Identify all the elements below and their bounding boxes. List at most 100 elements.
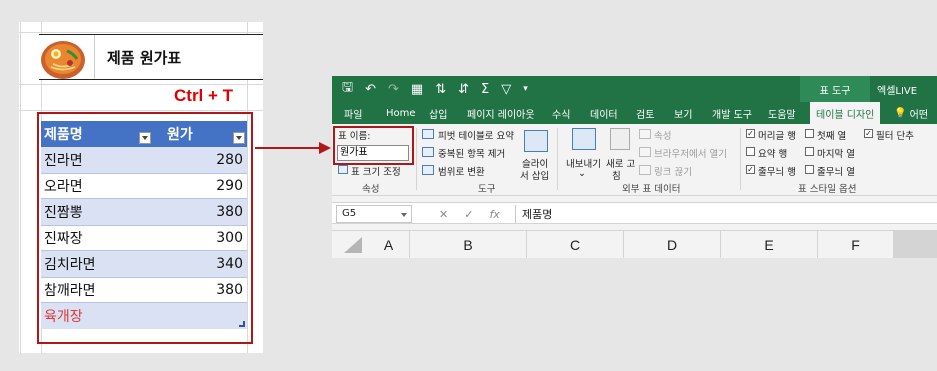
unlink-button[interactable]: 링크 끊기 <box>654 164 692 178</box>
external-data-group-label: 외부 표 데이터 <box>622 184 681 195</box>
first-column-checkbox[interactable] <box>805 129 814 138</box>
user-name[interactable]: 엑셀LIVE <box>877 76 917 102</box>
last-column-checkbox[interactable] <box>805 147 814 156</box>
group-separator <box>416 128 417 190</box>
column-header-c[interactable]: C <box>527 231 624 258</box>
column-header-f[interactable]: F <box>818 231 894 258</box>
open-in-browser-button[interactable]: 브라우저에서 열기 <box>654 146 727 160</box>
sort-asc-icon[interactable]: ⇅ <box>435 82 446 97</box>
more-icon[interactable]: ▾ <box>523 84 528 94</box>
export-dropdown-icon[interactable]: ⌄ <box>578 168 586 179</box>
tab-view[interactable]: 보기 <box>674 102 692 124</box>
filter-dropdown-icon[interactable] <box>233 132 245 144</box>
filter-button-label: 필터 단추 <box>876 131 914 142</box>
convert-to-range-button[interactable]: 범위로 변환 <box>438 164 485 178</box>
quick-access-toolbar: 🖫 ↶ ↷ ▦ ⇅ ⇵ Σ ▽ ▾ <box>342 76 528 102</box>
column-header-g[interactable] <box>894 231 937 258</box>
table-row[interactable]: 오라면 290 <box>41 173 247 199</box>
properties-group-label: 속성 <box>362 184 380 195</box>
name-box[interactable]: G5 <box>336 205 412 223</box>
header-row-checkbox[interactable]: ✓ <box>746 129 755 138</box>
tab-table-design[interactable]: 테이블 디자인 <box>810 102 881 124</box>
save-icon[interactable]: 🖫 <box>342 78 353 100</box>
filter-button-checkbox[interactable]: ✓ <box>864 129 873 138</box>
column-header-e[interactable]: E <box>721 231 818 258</box>
tab-home[interactable]: Home <box>386 102 416 124</box>
remove-duplicates-icon <box>422 147 434 157</box>
total-row-checkbox[interactable] <box>746 147 755 156</box>
banded-columns-checkbox[interactable] <box>805 165 814 174</box>
cell-price[interactable]: 290 <box>153 174 247 198</box>
remove-duplicates-button[interactable]: 중복된 항목 제거 <box>438 146 505 160</box>
cell-name[interactable]: 진라면 <box>41 147 153 173</box>
table-row[interactable]: 진짜장 300 <box>41 225 247 251</box>
product-cost-table: 제품명 원가 진라면 280 오라면 290 진짬뽕 380 진짜장 300 김… <box>41 121 247 329</box>
cell-price[interactable]: 380 <box>153 278 247 302</box>
pivot-summary-button[interactable]: 피벗 테이블로 요약 <box>438 128 514 142</box>
tab-insert[interactable]: 삽입 <box>429 102 447 124</box>
column-header-b[interactable]: B <box>410 231 527 258</box>
cell-price[interactable]: 280 <box>153 147 247 173</box>
cell-price[interactable]: 340 <box>153 251 247 277</box>
banded-rows-label: 줄무늬 행 <box>758 167 796 178</box>
cell-price[interactable]: 300 <box>153 226 247 250</box>
table-row[interactable]: 진짬뽕 380 <box>41 199 247 225</box>
slicer-icon <box>524 130 548 152</box>
refresh-button-line2[interactable]: 침 <box>612 168 621 182</box>
cell-name[interactable]: 육개장 <box>41 303 153 329</box>
column-header-a[interactable]: A <box>368 231 410 258</box>
table-row-new[interactable]: 육개장 <box>41 303 247 329</box>
ribbon: 표 이름: 표 크기 조정 속성 피벗 테이블로 요약 중복된 항목 제거 범위… <box>332 124 937 196</box>
cell-name[interactable]: 김치라면 <box>41 251 153 277</box>
formula-bar: G5 ✕ ✓ fx 제품명 <box>332 202 937 224</box>
resize-table-button[interactable]: 표 크기 조정 <box>351 164 401 178</box>
column-header-d[interactable]: D <box>624 231 721 258</box>
cancel-icon[interactable]: ✕ <box>439 208 448 221</box>
formula-input[interactable]: 제품명 <box>522 205 552 223</box>
tab-formulas[interactable]: 수식 <box>552 102 570 124</box>
properties-icon <box>639 129 651 139</box>
tab-help[interactable]: 도움말 <box>768 102 796 124</box>
redo-icon[interactable]: ↷ <box>388 82 399 97</box>
tab-tell-me[interactable]: 💡 어떤 <box>894 102 928 124</box>
undo-icon[interactable]: ↶ <box>365 82 376 97</box>
group-separator <box>557 128 558 190</box>
table-row[interactable]: 참깨라면 380 <box>41 277 247 303</box>
filter-dropdown-icon[interactable] <box>139 132 151 144</box>
grid-line <box>20 22 21 353</box>
cell-name[interactable]: 진짜장 <box>41 226 153 250</box>
table-tools-context: 표 도구 <box>800 76 870 102</box>
resize-handle-icon[interactable] <box>239 321 245 327</box>
table-row[interactable]: 진라면 280 <box>41 147 247 173</box>
select-all-icon[interactable] <box>344 237 362 253</box>
unlink-icon <box>639 165 651 175</box>
sum-icon[interactable]: Σ <box>481 82 489 97</box>
excel-window: 🖫 ↶ ↷ ▦ ⇅ ⇵ Σ ▽ ▾ 표 도구 엑셀LIVE 파일 Home 삽입… <box>332 76 937 258</box>
tab-file[interactable]: 파일 <box>344 102 362 124</box>
table-row[interactable]: 김치라면 340 <box>41 251 247 277</box>
sort-desc-icon[interactable]: ⇵ <box>458 82 469 97</box>
cell-name[interactable]: 오라면 <box>41 174 153 198</box>
cell-price[interactable]: 380 <box>153 199 247 225</box>
tab-review[interactable]: 검토 <box>636 102 654 124</box>
properties-button[interactable]: 속성 <box>654 128 671 142</box>
filter-icon[interactable]: ▽ <box>501 82 511 97</box>
tab-developer[interactable]: 개발 도구 <box>712 102 752 124</box>
ribbon-tabs: 파일 Home 삽입 페이지 레이아웃 수식 데이터 검토 보기 개발 도구 도… <box>332 102 937 124</box>
header-cell-cost[interactable]: 원가 <box>153 121 247 147</box>
banded-rows-checkbox[interactable]: ✓ <box>746 165 755 174</box>
tab-page-layout[interactable]: 페이지 레이아웃 <box>467 102 535 124</box>
insert-slicer-button-line2[interactable]: 서 삽입 <box>520 168 549 182</box>
function-icon[interactable]: fx <box>489 208 499 221</box>
cell-name[interactable]: 참깨라면 <box>41 278 153 302</box>
header-cell-product[interactable]: 제품명 <box>41 121 153 147</box>
grid-line <box>19 32 263 33</box>
pivot-table-icon <box>422 129 434 139</box>
confirm-icon[interactable]: ✓ <box>464 208 473 221</box>
cell-price[interactable] <box>153 303 247 329</box>
table-icon[interactable]: ▦ <box>411 82 423 97</box>
tab-data[interactable]: 데이터 <box>590 102 618 124</box>
sheet-title: 제품 원가표 <box>107 49 182 67</box>
cell-name[interactable]: 진짬뽕 <box>41 199 153 225</box>
table-name-input[interactable]: 원가표 <box>337 145 409 161</box>
